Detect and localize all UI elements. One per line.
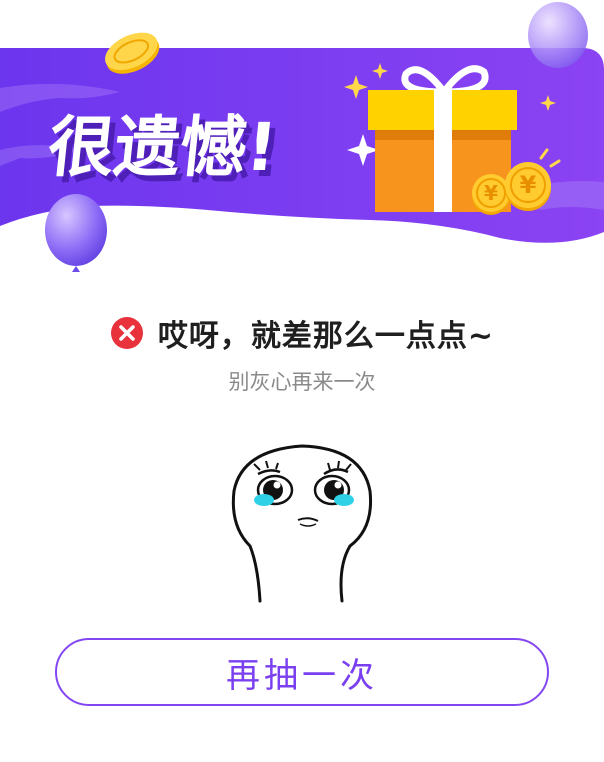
coin-symbol: ¥ (520, 171, 537, 199)
result-subline: 别灰心再来一次 (228, 370, 376, 394)
banner-text-layer: ¥ ¥ 很遗憾! 很遗憾! (44, 109, 537, 205)
close-circle-icon (110, 317, 143, 349)
message-row: 哎呀，就差那么一点点~ (0, 308, 604, 358)
retry-draw-button[interactable]: 再抽一次 (55, 638, 549, 706)
banner-title: 很遗憾! (44, 109, 280, 186)
result-headline: 哎呀，就差那么一点点~ (157, 319, 495, 354)
retry-draw-label: 再抽一次 (226, 655, 378, 696)
result-banner: ¥ ¥ 很遗憾! 很遗憾! (0, 0, 604, 300)
coin-symbol: ¥ (484, 181, 498, 205)
crying-face-illustration (231, 444, 373, 603)
result-card: ¥ ¥ 很遗憾! 很遗憾! 哎呀，就差那么一点点~ 别灰心再来一次 再抽一次 (0, 0, 604, 762)
